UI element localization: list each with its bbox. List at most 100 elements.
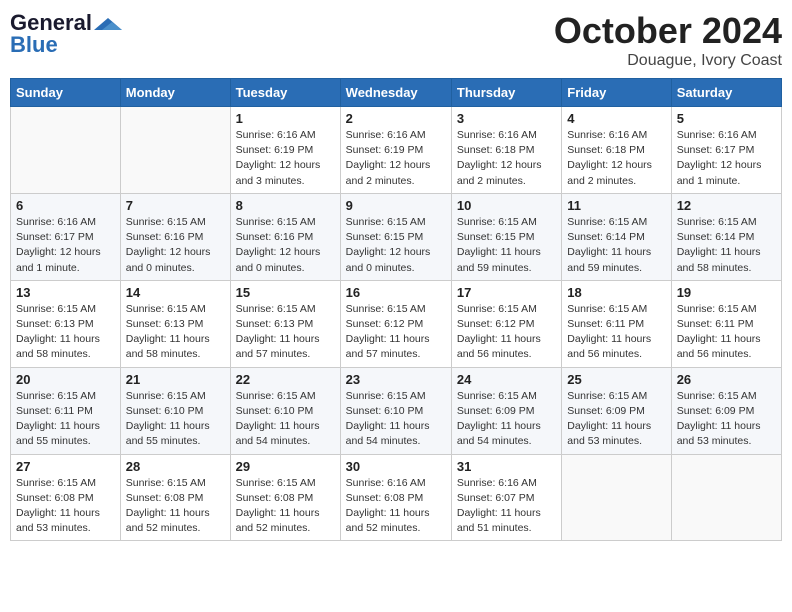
week-row-1: 1 Sunrise: 6:16 AM Sunset: 6:19 PM Daylig…: [11, 107, 782, 194]
calendar-cell: 22 Sunrise: 6:15 AM Sunset: 6:10 PM Dayli…: [230, 367, 340, 454]
calendar-cell: 16 Sunrise: 6:15 AM Sunset: 6:12 PM Dayli…: [340, 280, 451, 367]
calendar-cell: 25 Sunrise: 6:15 AM Sunset: 6:09 PM Dayli…: [562, 367, 671, 454]
day-info: Sunrise: 6:16 AM Sunset: 6:18 PM Dayligh…: [567, 128, 665, 189]
page-header: General Blue October 2024 Douague, Ivory…: [10, 10, 782, 70]
calendar-cell: [562, 454, 671, 541]
day-info: Sunrise: 6:16 AM Sunset: 6:07 PM Dayligh…: [457, 476, 556, 537]
logo-blue: Blue: [10, 32, 58, 58]
day-number: 17: [457, 285, 556, 300]
calendar-cell: 23Sunrise: 6:15 AM Sunset: 6:10 PM Dayli…: [340, 367, 451, 454]
calendar-cell: 5 Sunrise: 6:16 AM Sunset: 6:17 PM Daylig…: [671, 107, 781, 194]
day-info: Sunrise: 6:15 AM Sunset: 6:11 PM Dayligh…: [16, 389, 115, 450]
calendar-cell: [120, 107, 230, 194]
calendar-cell: 9 Sunrise: 6:15 AM Sunset: 6:15 PM Daylig…: [340, 193, 451, 280]
day-info: Sunrise: 6:15 AM Sunset: 6:11 PM Dayligh…: [677, 302, 776, 363]
calendar-cell: 13 Sunrise: 6:15 AM Sunset: 6:13 PM Dayli…: [11, 280, 121, 367]
calendar-cell: 24 Sunrise: 6:15 AM Sunset: 6:09 PM Dayli…: [451, 367, 561, 454]
weekday-header-sunday: Sunday: [11, 79, 121, 107]
day-number: 22: [236, 372, 335, 387]
day-info: Sunrise: 6:15 AM Sunset: 6:09 PM Dayligh…: [457, 389, 556, 450]
calendar-cell: 3 Sunrise: 6:16 AM Sunset: 6:18 PM Daylig…: [451, 107, 561, 194]
weekday-header-friday: Friday: [562, 79, 671, 107]
calendar-cell: 31 Sunrise: 6:16 AM Sunset: 6:07 PM Dayli…: [451, 454, 561, 541]
weekday-header-wednesday: Wednesday: [340, 79, 451, 107]
week-row-2: 6 Sunrise: 6:16 AM Sunset: 6:17 PM Daylig…: [11, 193, 782, 280]
day-info: Sunrise: 6:16 AM Sunset: 6:17 PM Dayligh…: [677, 128, 776, 189]
day-number: 5: [677, 111, 776, 126]
day-number: 3: [457, 111, 556, 126]
day-number: 1: [236, 111, 335, 126]
week-row-3: 13 Sunrise: 6:15 AM Sunset: 6:13 PM Dayli…: [11, 280, 782, 367]
calendar-cell: 8 Sunrise: 6:15 AM Sunset: 6:16 PM Daylig…: [230, 193, 340, 280]
day-number: 26: [677, 372, 776, 387]
calendar-cell: 21Sunrise: 6:15 AM Sunset: 6:10 PM Dayli…: [120, 367, 230, 454]
day-info: Sunrise: 6:15 AM Sunset: 6:13 PM Dayligh…: [16, 302, 115, 363]
day-info: Sunrise: 6:16 AM Sunset: 6:18 PM Dayligh…: [457, 128, 556, 189]
day-number: 19: [677, 285, 776, 300]
location: Douague, Ivory Coast: [554, 52, 782, 70]
day-info: Sunrise: 6:15 AM Sunset: 6:14 PM Dayligh…: [677, 215, 776, 276]
day-info: Sunrise: 6:15 AM Sunset: 6:16 PM Dayligh…: [236, 215, 335, 276]
calendar-cell: 10 Sunrise: 6:15 AM Sunset: 6:15 PM Dayli…: [451, 193, 561, 280]
calendar-cell: 7 Sunrise: 6:15 AM Sunset: 6:16 PM Daylig…: [120, 193, 230, 280]
calendar-cell: 1 Sunrise: 6:16 AM Sunset: 6:19 PM Daylig…: [230, 107, 340, 194]
calendar-cell: [671, 454, 781, 541]
day-info: Sunrise: 6:15 AM Sunset: 6:08 PM Dayligh…: [16, 476, 115, 537]
weekday-header-monday: Monday: [120, 79, 230, 107]
day-info: Sunrise: 6:15 AM Sunset: 6:12 PM Dayligh…: [346, 302, 446, 363]
calendar-cell: 2Sunrise: 6:16 AM Sunset: 6:19 PM Daylig…: [340, 107, 451, 194]
day-number: 10: [457, 198, 556, 213]
month-title-block: October 2024 Douague, Ivory Coast: [554, 10, 782, 70]
day-number: 4: [567, 111, 665, 126]
calendar-cell: 27Sunrise: 6:15 AM Sunset: 6:08 PM Dayli…: [11, 454, 121, 541]
weekday-header-saturday: Saturday: [671, 79, 781, 107]
calendar-cell: [11, 107, 121, 194]
calendar-cell: 6 Sunrise: 6:16 AM Sunset: 6:17 PM Daylig…: [11, 193, 121, 280]
calendar-cell: 11 Sunrise: 6:15 AM Sunset: 6:14 PM Dayli…: [562, 193, 671, 280]
day-number: 9: [346, 198, 446, 213]
day-number: 30: [346, 459, 446, 474]
week-row-4: 20 Sunrise: 6:15 AM Sunset: 6:11 PM Dayli…: [11, 367, 782, 454]
day-number: 25: [567, 372, 665, 387]
day-number: 28: [126, 459, 225, 474]
day-number: 18: [567, 285, 665, 300]
day-number: 24: [457, 372, 556, 387]
day-info: Sunrise: 6:15 AM Sunset: 6:09 PM Dayligh…: [677, 389, 776, 450]
day-info: Sunrise: 6:15 AM Sunset: 6:10 PM Dayligh…: [236, 389, 335, 450]
day-number: 12: [677, 198, 776, 213]
calendar-cell: 29Sunrise: 6:15 AM Sunset: 6:08 PM Dayli…: [230, 454, 340, 541]
day-number: 6: [16, 198, 115, 213]
day-info: Sunrise: 6:15 AM Sunset: 6:09 PM Dayligh…: [567, 389, 665, 450]
calendar-cell: 19 Sunrise: 6:15 AM Sunset: 6:11 PM Dayli…: [671, 280, 781, 367]
day-number: 20: [16, 372, 115, 387]
day-number: 7: [126, 198, 225, 213]
day-info: Sunrise: 6:15 AM Sunset: 6:15 PM Dayligh…: [457, 215, 556, 276]
logo-icon: [94, 16, 122, 32]
day-number: 29: [236, 459, 335, 474]
day-info: Sunrise: 6:15 AM Sunset: 6:16 PM Dayligh…: [126, 215, 225, 276]
day-number: 13: [16, 285, 115, 300]
month-year: October 2024: [554, 10, 782, 52]
day-info: Sunrise: 6:15 AM Sunset: 6:15 PM Dayligh…: [346, 215, 446, 276]
day-number: 15: [236, 285, 335, 300]
weekday-header-tuesday: Tuesday: [230, 79, 340, 107]
calendar-cell: 18Sunrise: 6:15 AM Sunset: 6:11 PM Dayli…: [562, 280, 671, 367]
day-info: Sunrise: 6:16 AM Sunset: 6:17 PM Dayligh…: [16, 215, 115, 276]
weekday-header-thursday: Thursday: [451, 79, 561, 107]
day-info: Sunrise: 6:15 AM Sunset: 6:14 PM Dayligh…: [567, 215, 665, 276]
day-number: 14: [126, 285, 225, 300]
day-number: 2: [346, 111, 446, 126]
day-number: 31: [457, 459, 556, 474]
day-number: 11: [567, 198, 665, 213]
calendar-cell: 17 Sunrise: 6:15 AM Sunset: 6:12 PM Dayli…: [451, 280, 561, 367]
calendar-cell: 28Sunrise: 6:15 AM Sunset: 6:08 PM Dayli…: [120, 454, 230, 541]
day-info: Sunrise: 6:16 AM Sunset: 6:19 PM Dayligh…: [236, 128, 335, 189]
day-info: Sunrise: 6:15 AM Sunset: 6:12 PM Dayligh…: [457, 302, 556, 363]
calendar-cell: 20 Sunrise: 6:15 AM Sunset: 6:11 PM Dayli…: [11, 367, 121, 454]
calendar-cell: 26 Sunrise: 6:15 AM Sunset: 6:09 PM Dayli…: [671, 367, 781, 454]
calendar-cell: 15Sunrise: 6:15 AM Sunset: 6:13 PM Dayli…: [230, 280, 340, 367]
logo: General Blue: [10, 10, 122, 58]
day-number: 16: [346, 285, 446, 300]
day-info: Sunrise: 6:15 AM Sunset: 6:13 PM Dayligh…: [126, 302, 225, 363]
day-number: 8: [236, 198, 335, 213]
